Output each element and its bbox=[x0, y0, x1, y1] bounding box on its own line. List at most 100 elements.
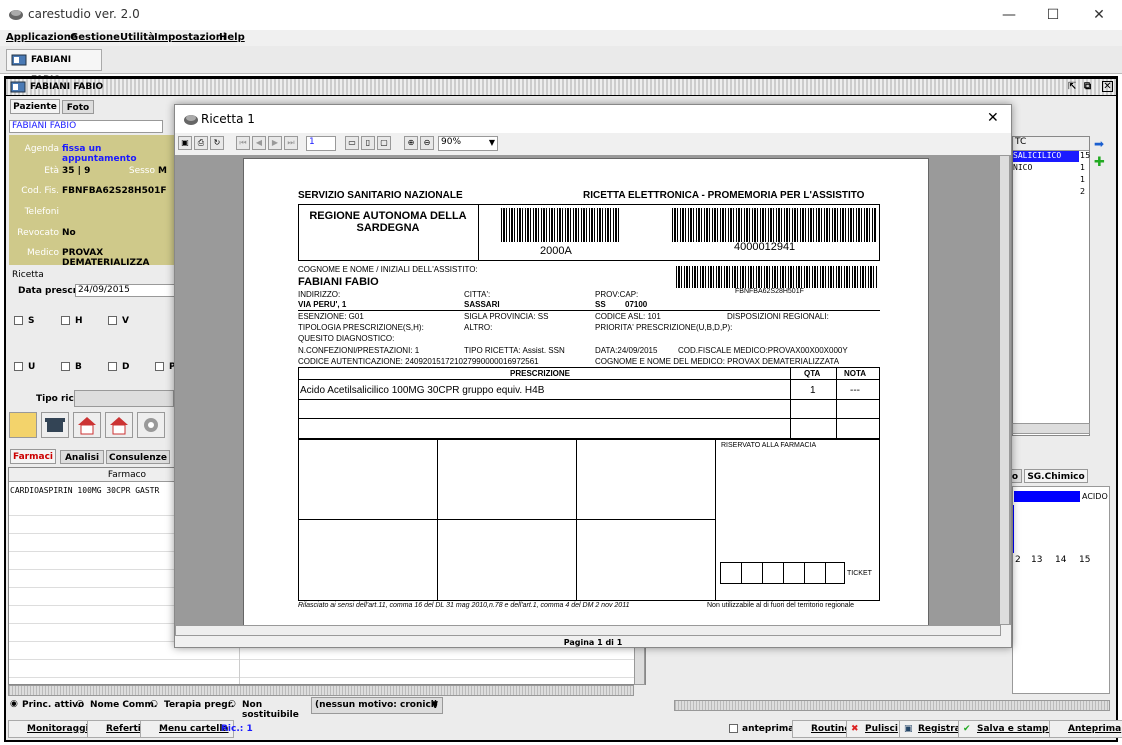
next-page-icon[interactable]: ▶ bbox=[268, 136, 282, 150]
anteprima-checkbox[interactable] bbox=[729, 724, 738, 733]
menu-applicazione[interactable]: Applicazione bbox=[6, 32, 78, 43]
last-page-icon[interactable]: ⏭ bbox=[284, 136, 298, 150]
footer-legal: Rilasciato ai sensi dell'art.11, comma 1… bbox=[298, 602, 630, 609]
cf-barcode bbox=[676, 266, 878, 288]
tab-paziente[interactable]: Paziente bbox=[10, 99, 60, 114]
patient-name-field[interactable]: FABIANI FABIO bbox=[9, 120, 163, 133]
cf-medico: COD.FISCALE MEDICO:PROVAX00X00X000Y bbox=[678, 346, 848, 355]
farmaci-scrollbar-v[interactable] bbox=[634, 645, 645, 685]
referti-button[interactable]: Referti bbox=[87, 720, 146, 738]
viewer-scrollbar-h[interactable] bbox=[175, 625, 1001, 636]
home-icon[interactable] bbox=[73, 412, 101, 438]
atc-header: TC bbox=[1013, 137, 1089, 151]
restore-icon[interactable]: ⧉ bbox=[1084, 79, 1091, 95]
tab-analisi[interactable]: Analisi bbox=[60, 450, 104, 464]
atc-row-1[interactable]: NICO bbox=[1013, 163, 1032, 172]
money-icon[interactable] bbox=[9, 412, 37, 438]
registra-button[interactable]: ▣ Registra bbox=[899, 720, 966, 738]
add-icon[interactable]: ✚ bbox=[1094, 155, 1110, 170]
menu-help[interactable]: Help bbox=[219, 32, 245, 43]
anteprima-button[interactable]: Anteprima bbox=[1049, 720, 1122, 738]
inner-close-icon[interactable]: ✕ bbox=[1102, 81, 1113, 92]
right-scrollbar-h[interactable] bbox=[674, 700, 1110, 711]
phone-icon[interactable] bbox=[41, 412, 69, 438]
farmaci-scrollbar-h[interactable] bbox=[8, 685, 634, 696]
agenda-link[interactable]: fissa un appuntamento bbox=[62, 144, 175, 164]
page-input[interactable]: 1 bbox=[306, 136, 336, 151]
atc-scrollbar-h[interactable] bbox=[1012, 423, 1090, 434]
check-b-label: B bbox=[75, 362, 82, 372]
monitoraggio-button[interactable]: Monitoraggio bbox=[8, 720, 100, 738]
disposizioni: DISPOSIZIONI REGIONALI: bbox=[727, 312, 829, 321]
radio-nome-comm-icon[interactable]: ○ bbox=[76, 699, 84, 709]
col-line bbox=[437, 439, 438, 601]
first-page-icon[interactable]: ⏮ bbox=[236, 136, 250, 150]
check-s[interactable] bbox=[14, 316, 23, 325]
esenzione: ESENZIONE: G01 bbox=[298, 312, 364, 321]
check-p[interactable] bbox=[155, 362, 164, 371]
item-qta: 1 bbox=[810, 385, 816, 396]
region-divider bbox=[478, 204, 479, 261]
viewer-toolbar: ▣ ⎙ ↻ ⏮ ◀ ▶ ⏭ 1 ▭ ▯ ▢ ⊕ ⊖ 90% ▼ bbox=[175, 133, 1011, 155]
radio-non-sost-icon[interactable]: ○ bbox=[228, 699, 236, 709]
citta-value: SASSARI bbox=[464, 300, 500, 309]
page-fit-width-icon[interactable]: ▯ bbox=[361, 136, 375, 150]
farmaci-row[interactable]: CARDIOASPIRIN 100MG 30CPR GASTR bbox=[10, 486, 159, 495]
tab-consulenze[interactable]: Consulenze bbox=[106, 450, 170, 464]
check-v[interactable] bbox=[108, 316, 117, 325]
page-fit-icon[interactable]: ▢ bbox=[377, 136, 391, 150]
atc-row-0[interactable]: SALICILICO bbox=[1013, 151, 1079, 162]
col-prescrizione: PRESCRIZIONE bbox=[510, 369, 571, 378]
patient-name: FABIANI FABIO bbox=[298, 276, 379, 288]
check-d[interactable] bbox=[108, 362, 117, 371]
menu-gestione[interactable]: Gestione bbox=[70, 32, 120, 43]
region-name: REGIONE AUTONOMA DELLA SARDEGNA bbox=[309, 210, 467, 234]
page-actual-icon[interactable]: ▭ bbox=[345, 136, 359, 150]
salva-stampa-button[interactable]: ✔ Salva e stampa bbox=[958, 720, 1060, 738]
prev-page-icon[interactable]: ◀ bbox=[252, 136, 266, 150]
data-prescr-field[interactable]: 24/09/2015 bbox=[75, 284, 175, 297]
home-visit-icon[interactable] bbox=[105, 412, 133, 438]
app-titlebar: carestudio ver. 2.0 — ☐ ✕ bbox=[0, 0, 1122, 30]
zoom-in-icon[interactable]: ⊕ bbox=[404, 136, 418, 150]
arrow-right-icon[interactable]: ➡ bbox=[1094, 137, 1110, 151]
ticket-boxes bbox=[720, 562, 845, 584]
atc-qty-0: 15 bbox=[1080, 151, 1091, 160]
tab-sg-chimico[interactable]: SG.Chimico bbox=[1024, 469, 1088, 483]
patient-tab-button[interactable]: FABIANI FABIO bbox=[6, 49, 102, 85]
patient-card-icon bbox=[10, 81, 26, 93]
radio-princ-attivo-label: Princ. attivo bbox=[22, 700, 85, 710]
pulisci-button[interactable]: ✖ Pulisci bbox=[846, 720, 903, 738]
chimico-bar bbox=[1014, 491, 1080, 502]
tipo-ric-select[interactable] bbox=[74, 390, 174, 407]
viewer-scrollbar-v[interactable] bbox=[999, 155, 1010, 625]
save-icon[interactable]: ▣ bbox=[178, 136, 192, 150]
zoom-select[interactable]: 90% ▼ bbox=[438, 136, 498, 151]
patient-info-panel: Agenda fissa un appuntamento Età 35 | 9 … bbox=[9, 135, 175, 268]
radio-princ-attivo-icon[interactable]: ◉ bbox=[10, 699, 18, 709]
menu-cartella-button[interactable]: Menu cartella bbox=[140, 720, 234, 738]
menu-utilita[interactable]: Utilità bbox=[120, 32, 155, 43]
menu-impostazioni[interactable]: Impostazioni bbox=[154, 32, 226, 43]
check-u[interactable] bbox=[14, 362, 23, 371]
check-h[interactable] bbox=[61, 316, 70, 325]
check-b[interactable] bbox=[61, 362, 70, 371]
detach-icon[interactable]: ⇱ bbox=[1068, 79, 1076, 95]
chevron-down-icon: ▼ bbox=[431, 700, 438, 710]
tab-farmaci[interactable]: Farmaci bbox=[10, 449, 56, 464]
tab-foto[interactable]: Foto bbox=[62, 100, 94, 114]
settings-icon[interactable] bbox=[137, 412, 165, 438]
agenda-label: Agenda bbox=[24, 144, 59, 154]
radio-non-sost-label: Non sostituibile bbox=[242, 700, 299, 720]
print-icon[interactable]: ⎙ bbox=[194, 136, 208, 150]
radio-terapia-icon[interactable]: ○ bbox=[150, 699, 158, 709]
minimize-button[interactable]: — bbox=[986, 0, 1032, 30]
dialog-close-icon[interactable]: ✕ bbox=[987, 110, 999, 126]
ticket-label: TICKET bbox=[847, 570, 872, 577]
zoom-out-icon[interactable]: ⊖ bbox=[420, 136, 434, 150]
motivo-value: (nessun motivo: cronici) bbox=[315, 700, 438, 710]
close-button[interactable]: ✕ bbox=[1076, 0, 1122, 30]
motivo-select[interactable]: (nessun motivo: cronici) ▼ bbox=[311, 697, 443, 714]
refresh-icon[interactable]: ↻ bbox=[210, 136, 224, 150]
maximize-button[interactable]: ☐ bbox=[1030, 0, 1076, 30]
